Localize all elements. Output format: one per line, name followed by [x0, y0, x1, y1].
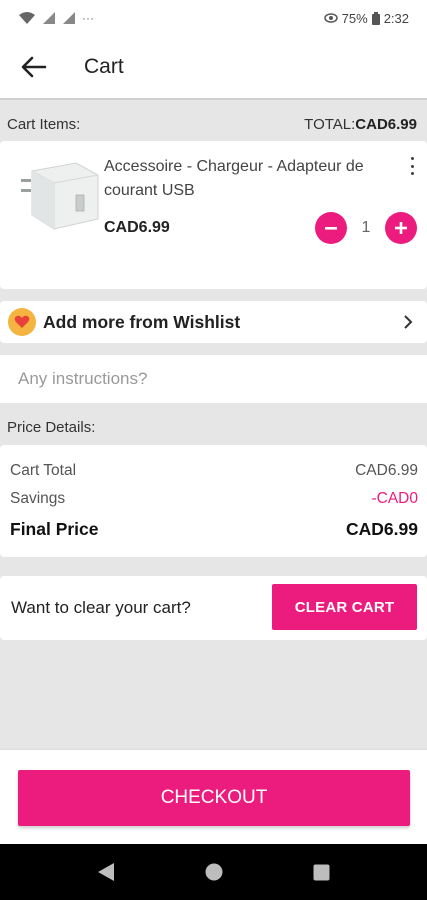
signal-icon-2: [63, 12, 75, 24]
nav-recents-icon: [313, 864, 329, 880]
checkout-bar: CHECKOUT: [0, 749, 427, 844]
clear-cart-card: Want to clear your cart? CLEAR CART: [0, 576, 427, 640]
instructions-input[interactable]: [18, 369, 398, 389]
add-from-wishlist-row[interactable]: Add more from Wishlist: [0, 301, 427, 343]
battery-icon: [371, 11, 380, 25]
price-details-label: Price Details:: [7, 418, 96, 436]
savings-row: Savings -CAD0: [10, 490, 418, 508]
more-options-button[interactable]: [409, 157, 415, 175]
cart-total-value: CAD6.99: [355, 462, 418, 479]
app-bar: Cart: [0, 36, 427, 100]
final-price-value: CAD6.99: [346, 519, 418, 539]
checkout-button[interactable]: CHECKOUT: [18, 770, 410, 826]
wishlist-badge: [8, 308, 36, 336]
chevron-right-icon: [404, 315, 413, 329]
savings-value: -CAD0: [371, 490, 418, 507]
minus-icon: [325, 227, 337, 230]
cart-total-summary: TOTAL:CAD6.99: [304, 116, 417, 133]
cart-items-label: Cart Items:: [7, 115, 81, 133]
status-icons-right: 75% 2:32: [323, 10, 409, 26]
eye-icon: [323, 13, 338, 23]
product-image: [18, 153, 100, 231]
nav-back-button[interactable]: [96, 862, 116, 882]
price-details-card: Cart Total CAD6.99 Savings -CAD0 Final P…: [0, 445, 427, 557]
page-title: Cart: [84, 55, 124, 78]
more-vertical-icon: [410, 157, 414, 160]
status-icons-left: ···: [18, 11, 94, 25]
decrease-quantity-button[interactable]: [315, 212, 347, 244]
cart-total-row: Cart Total CAD6.99: [10, 462, 418, 480]
status-time: 2:32: [383, 10, 409, 26]
status-dots: ···: [82, 11, 94, 25]
nav-home-button[interactable]: [204, 862, 224, 882]
clear-cart-prompt: Want to clear your cart?: [11, 598, 191, 617]
battery-percent: 75%: [341, 10, 368, 26]
final-price-row: Final Price CAD6.99: [10, 519, 418, 540]
back-button[interactable]: [16, 49, 52, 85]
clear-cart-button[interactable]: CLEAR CART: [272, 584, 417, 630]
signal-icon: [43, 12, 55, 24]
nav-back-icon: [98, 863, 114, 881]
cart-total-label: Cart Total: [10, 462, 77, 479]
status-bar: ··· 75% 2:32: [0, 0, 427, 36]
nav-recents-button[interactable]: [311, 862, 331, 882]
savings-label: Savings: [10, 490, 66, 507]
cart-item-card: Accessoire - Chargeur - Adapteur de cour…: [0, 141, 427, 289]
product-name: Accessoire - Chargeur - Adapteur de cour…: [104, 158, 364, 199]
cart-items-header: Cart Items: TOTAL:CAD6.99: [0, 106, 427, 142]
total-prefix: TOTAL:: [304, 115, 356, 133]
heart-icon: [14, 315, 30, 328]
wifi-icon: [19, 12, 35, 24]
plus-icon: [395, 222, 407, 234]
quantity-value: 1: [361, 219, 371, 236]
instructions-field-container: [0, 355, 427, 403]
system-nav-bar: [0, 844, 427, 900]
price-details-header: Price Details:: [0, 410, 427, 444]
wishlist-label: Add more from Wishlist: [43, 311, 241, 332]
nav-home-icon: [205, 863, 223, 881]
product-price: CAD6.99: [104, 219, 170, 236]
final-price-label: Final Price: [10, 519, 99, 539]
total-value: CAD6.99: [355, 115, 417, 133]
back-arrow-icon: [21, 56, 47, 78]
increase-quantity-button[interactable]: [385, 212, 417, 244]
quantity-stepper: 1: [315, 212, 417, 244]
